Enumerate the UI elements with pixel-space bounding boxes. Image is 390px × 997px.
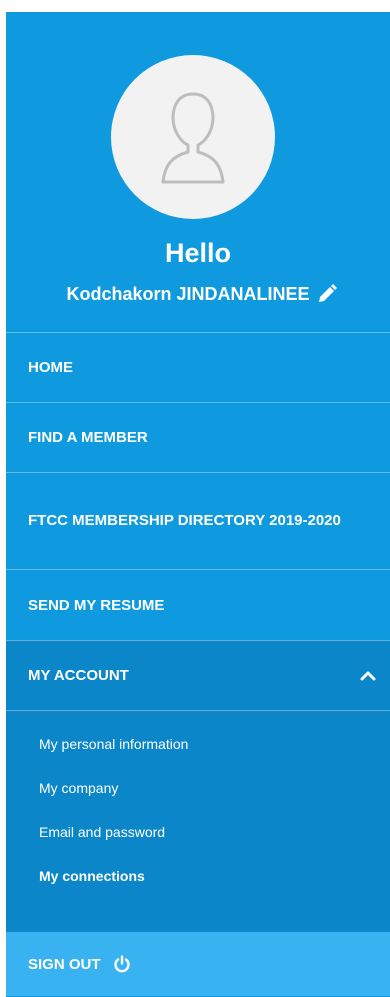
submenu-connections[interactable]: My connections [6,865,390,909]
nav-membership-directory[interactable]: FTCC MEMBERSHIP DIRECTORY 2019-2020 [6,472,390,569]
user-name: Kodchakorn JINDANALINEE [66,283,310,304]
submenu-personal-info[interactable]: My personal information [6,733,390,777]
nav-home[interactable]: HOME [6,332,390,402]
nav-home-label: HOME [28,359,73,376]
greeting: Hello [164,238,231,268]
profile-header: Hello Kodchakorn JINDANALINEE [6,12,390,332]
chevron-up-icon[interactable] [360,668,376,684]
nav-my-account[interactable]: MY ACCOUNT [6,640,390,710]
nav-account-label: MY ACCOUNT [28,667,129,684]
nav-find-label: FIND A MEMBER [28,429,148,446]
submenu-company[interactable]: My company [6,777,390,821]
user-name-row: Kodchakorn JINDANALINEE [6,283,390,305]
sign-out-label: SIGN OUT [28,955,101,973]
nav-directory-label: FTCC MEMBERSHIP DIRECTORY 2019-2020 [28,512,341,529]
sign-out-button[interactable]: SIGN OUT [6,932,390,996]
nav-resume-label: SEND MY RESUME [28,596,165,614]
user-silhouette-icon [161,92,225,184]
submenu-email-password[interactable]: Email and password [6,821,390,865]
side-menu: Hello Kodchakorn JINDANALINEE HOME FIND … [6,12,390,997]
pencil-icon[interactable] [316,283,338,305]
account-submenu: My personal information My company Email… [6,710,390,932]
power-icon [113,955,131,973]
avatar[interactable] [111,55,275,219]
nav-send-resume[interactable]: SEND MY RESUME [6,569,390,640]
nav-find-a-member[interactable]: FIND A MEMBER [6,402,390,472]
